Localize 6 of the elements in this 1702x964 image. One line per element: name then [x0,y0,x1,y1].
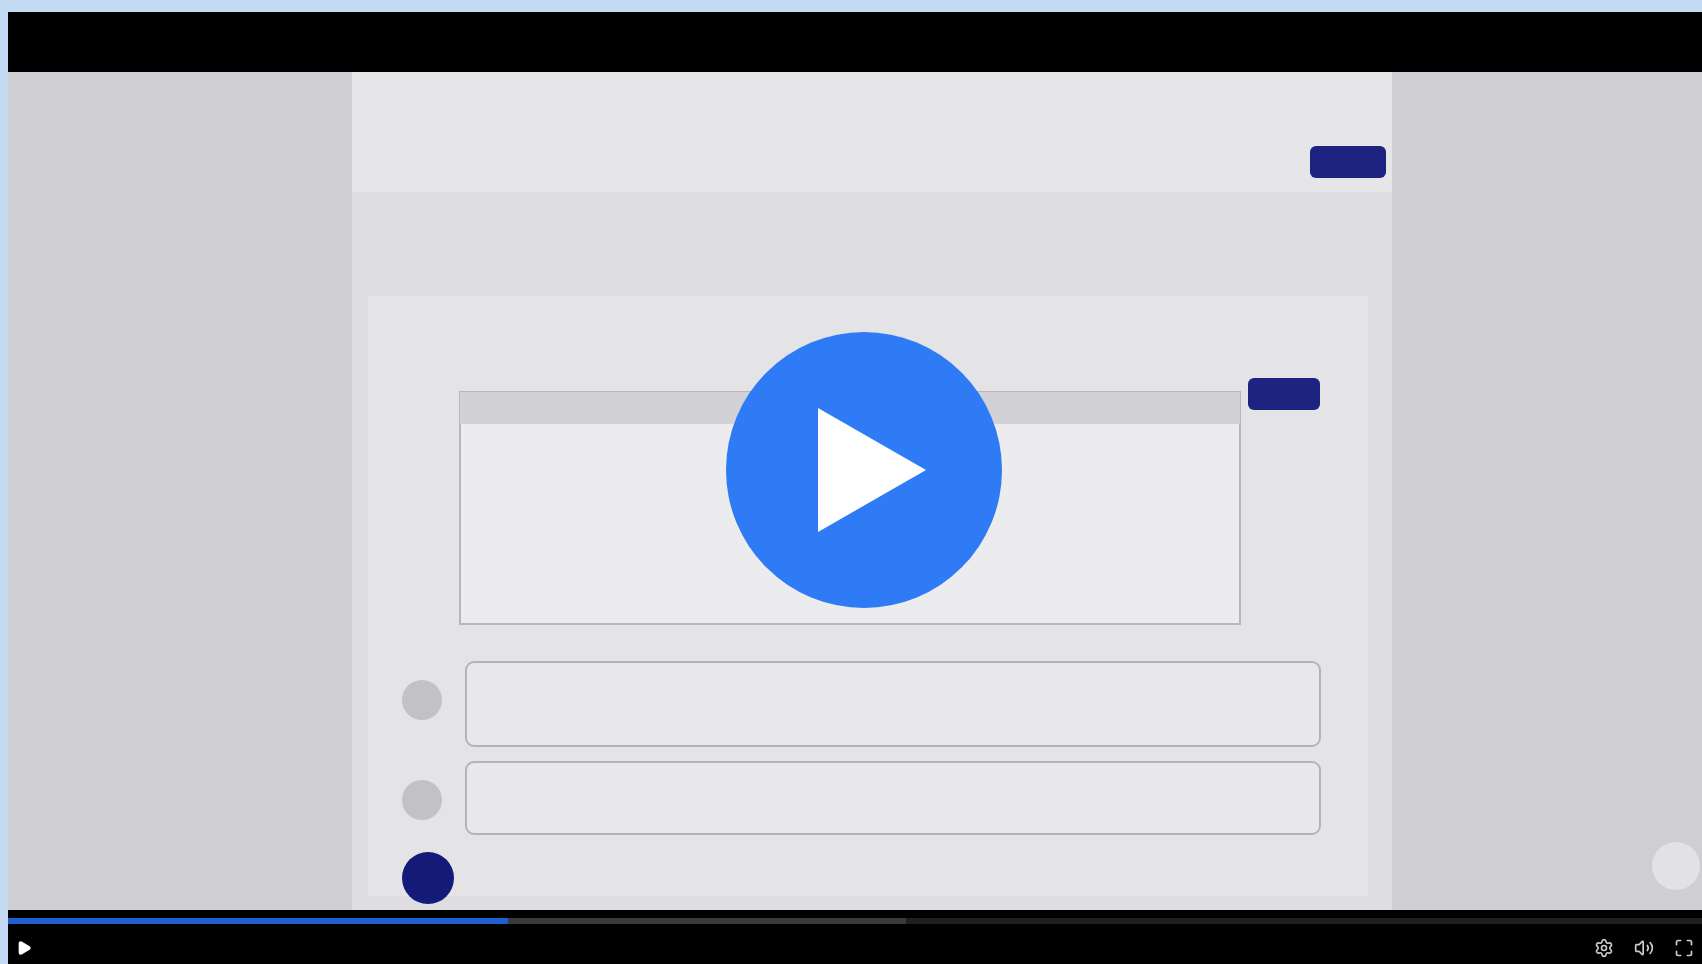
volume-icon[interactable] [1634,937,1654,957]
settings-icon[interactable] [1594,937,1614,957]
progress-track[interactable] [8,917,1702,923]
fullscreen-icon[interactable] [1674,937,1694,957]
play-icon[interactable] [16,939,32,955]
play-icon [818,408,926,532]
